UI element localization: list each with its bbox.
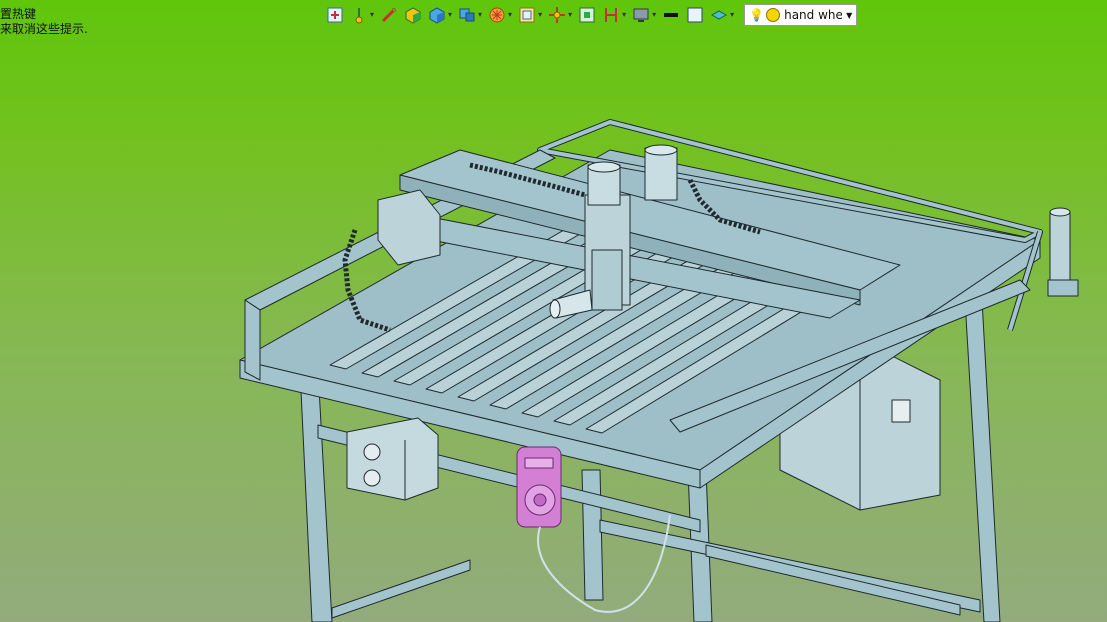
chevron-down-icon[interactable]: ▾	[622, 11, 626, 19]
chevron-down-icon[interactable]: ▾	[730, 11, 734, 19]
torch-holder[interactable]	[591, 249, 623, 311]
leg-mid[interactable]	[581, 469, 604, 601]
fly-mode-icon[interactable]	[380, 4, 398, 26]
leg-front-left[interactable]	[299, 369, 333, 622]
section-icon[interactable]: ▾	[602, 4, 626, 26]
move-icon[interactable]: ▾	[548, 4, 572, 26]
shading-icon[interactable]	[404, 4, 422, 26]
line-color-icon[interactable]	[662, 4, 680, 26]
fit-all-icon[interactable]	[326, 4, 344, 26]
chevron-down-icon[interactable]: ▾	[652, 11, 656, 19]
chevron-down-icon[interactable]: ▾	[448, 11, 452, 19]
hide-show-icon[interactable]: ▾	[518, 4, 542, 26]
main-toolbar: ▾ ▾ ▾ ▾ ▾ ▾ ▾ ▾ ▾ 💡 hand whe ▼	[326, 3, 858, 27]
control-box[interactable]	[346, 417, 439, 501]
chevron-down-icon[interactable]: ▾	[370, 11, 374, 19]
x-motor[interactable]	[644, 147, 678, 201]
box-label	[891, 399, 911, 423]
chevron-down-icon[interactable]: ▾	[568, 11, 572, 19]
fill-color-icon[interactable]	[686, 4, 704, 26]
display-icon[interactable]: ▾	[632, 4, 656, 26]
chevron-down-icon[interactable]: ▾	[478, 11, 482, 19]
zoom-area-icon[interactable]	[578, 4, 596, 26]
chevron-down-icon[interactable]: ▾	[538, 11, 542, 19]
control-button-2[interactable]	[363, 469, 381, 487]
post-right[interactable]	[1049, 211, 1071, 283]
normal-view-icon[interactable]: ▾	[350, 4, 374, 26]
multi-view-icon[interactable]: ▾	[458, 4, 482, 26]
chevron-down-icon[interactable]: ▾	[508, 11, 512, 19]
layer-icon[interactable]: ▾	[710, 4, 734, 26]
control-button-1[interactable]	[363, 443, 381, 461]
render-style-icon[interactable]: ▾	[488, 4, 512, 26]
chevron-down-icon[interactable]: ▼	[846, 11, 852, 20]
leg-back-right[interactable]	[964, 299, 1001, 622]
sun-icon	[766, 8, 781, 22]
y-motor-housing[interactable]	[377, 189, 441, 266]
light-bulb-icon: 💡	[749, 8, 765, 22]
3d-viewport[interactable]	[0, 0, 1107, 622]
light-source-select[interactable]: 💡 hand whee ▼	[744, 4, 858, 26]
iso-view-icon[interactable]: ▾	[428, 4, 452, 26]
light-source-value: hand whee	[784, 8, 843, 22]
